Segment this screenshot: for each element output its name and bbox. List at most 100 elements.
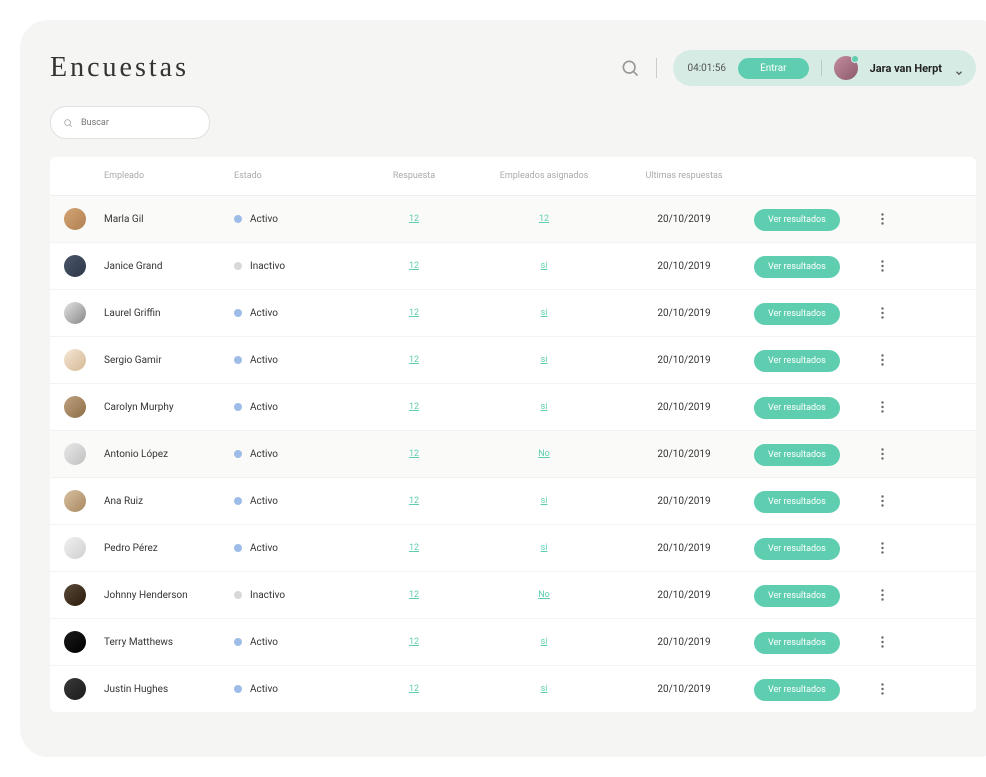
more-options-button[interactable] [874, 587, 890, 603]
respuesta-link[interactable]: 12 [354, 402, 474, 412]
asignados-link[interactable]: si [474, 637, 614, 647]
more-options-button[interactable] [874, 305, 890, 321]
table-row: Sergio GamirActivo12si20/10/2019Ver resu… [50, 337, 976, 384]
search-icon[interactable] [620, 58, 640, 78]
user-avatar[interactable] [834, 56, 858, 80]
more-options-button[interactable] [874, 540, 890, 556]
status-cell: Activo [234, 402, 354, 413]
view-results-button[interactable]: Ver resultados [754, 491, 840, 513]
view-results-button[interactable]: Ver resultados [754, 538, 840, 560]
view-results-button[interactable]: Ver resultados [754, 679, 840, 701]
table-row: Marla GilActivo121220/10/2019Ver resulta… [50, 196, 976, 243]
more-options-button[interactable] [874, 446, 890, 462]
respuesta-link[interactable]: 12 [354, 355, 474, 365]
more-options-button[interactable] [874, 352, 890, 368]
employee-name: Ana Ruiz [104, 496, 234, 507]
status-dot-icon [234, 215, 242, 223]
more-options-button[interactable] [874, 399, 890, 415]
employee-name: Terry Matthews [104, 637, 234, 648]
status-text: Inactivo [250, 590, 285, 601]
asignados-link[interactable]: si [474, 355, 614, 365]
view-results-button[interactable]: Ver resultados [754, 209, 840, 231]
asignados-link[interactable]: 12 [474, 214, 614, 224]
status-text: Inactivo [250, 261, 285, 272]
employee-avatar [64, 396, 86, 418]
date-cell: 20/10/2019 [614, 261, 754, 272]
employee-name: Justin Hughes [104, 684, 234, 695]
timer: 04:01:56 [687, 63, 726, 74]
view-results-button[interactable]: Ver resultados [754, 397, 840, 419]
date-cell: 20/10/2019 [614, 637, 754, 648]
employee-avatar [64, 537, 86, 559]
respuesta-link[interactable]: 12 [354, 684, 474, 694]
status-text: Activo [250, 684, 278, 695]
asignados-link[interactable]: si [474, 543, 614, 553]
enter-button[interactable]: Entrar [738, 58, 809, 79]
status-cell: Activo [234, 308, 354, 319]
status-cell: Activo [234, 543, 354, 554]
view-results-button[interactable]: Ver resultados [754, 256, 840, 278]
respuesta-link[interactable]: 12 [354, 590, 474, 600]
status-dot-icon [234, 356, 242, 364]
search-bar[interactable] [50, 106, 210, 139]
more-options-button[interactable] [874, 211, 890, 227]
view-results-button[interactable]: Ver resultados [754, 632, 840, 654]
respuesta-link[interactable]: 12 [354, 543, 474, 553]
status-text: Activo [250, 543, 278, 554]
status-cell: Activo [234, 637, 354, 648]
col-asignados: Empleados asignados [474, 171, 614, 181]
asignados-link[interactable]: si [474, 496, 614, 506]
view-results-button[interactable]: Ver resultados [754, 350, 840, 372]
respuesta-link[interactable]: 12 [354, 261, 474, 271]
view-results-button[interactable]: Ver resultados [754, 303, 840, 325]
asignados-link[interactable]: si [474, 402, 614, 412]
status-dot-icon [234, 638, 242, 646]
search-input[interactable] [81, 118, 197, 128]
view-results-button[interactable]: Ver resultados [754, 444, 840, 466]
view-results-button[interactable]: Ver resultados [754, 585, 840, 607]
status-cell: Activo [234, 496, 354, 507]
divider [821, 60, 822, 76]
respuesta-link[interactable]: 12 [354, 449, 474, 459]
status-dot-icon [234, 450, 242, 458]
table-body: Marla GilActivo121220/10/2019Ver resulta… [50, 196, 976, 712]
table-row: Justin Hughes Activo 12si20/10/2019Ver res… [50, 666, 976, 712]
more-options-button[interactable] [874, 258, 890, 274]
presence-dot-icon [851, 55, 859, 63]
date-cell: 20/10/2019 [614, 684, 754, 695]
asignados-link[interactable]: si [474, 261, 614, 271]
more-options-button[interactable] [874, 681, 890, 697]
employee-avatar [64, 302, 86, 324]
table-row: Carolyn MurphyActivo12si20/10/2019Ver re… [50, 384, 976, 431]
date-cell: 20/10/2019 [614, 590, 754, 601]
divider [656, 58, 657, 78]
employee-avatar [64, 255, 86, 277]
employee-avatar [64, 349, 86, 371]
respuesta-link[interactable]: 12 [354, 214, 474, 224]
status-text: Activo [250, 402, 278, 413]
respuesta-link[interactable]: 12 [354, 308, 474, 318]
status-text: Activo [250, 214, 278, 225]
table-row: Johnny Henderson Inactivo 12No20/10/2019Ve… [50, 572, 976, 619]
employee-name: Laurel Griffin [104, 308, 234, 319]
status-cell: Inactivo [234, 590, 354, 601]
asignados-link[interactable]: si [474, 308, 614, 318]
employee-name: Janice Grand [104, 261, 234, 272]
asignados-link[interactable]: No [474, 449, 614, 459]
table-row: Pedro PérezActivo12si20/10/2019Ver resul… [50, 525, 976, 572]
col-empleado: Empleado [104, 171, 234, 181]
asignados-link[interactable]: No [474, 590, 614, 600]
more-options-button[interactable] [874, 493, 890, 509]
chevron-down-icon[interactable] [954, 63, 964, 73]
asignados-link[interactable]: si [474, 684, 614, 694]
header: Encuestas 04:01:56 Entrar Jara van Herpt [50, 50, 976, 86]
date-cell: 20/10/2019 [614, 402, 754, 413]
status-cell: Activo [234, 684, 354, 695]
respuesta-link[interactable]: 12 [354, 496, 474, 506]
user-name: Jara van Herpt [870, 62, 942, 75]
employee-name: Johnny Henderson [104, 590, 234, 601]
employee-avatar [64, 584, 86, 606]
more-options-button[interactable] [874, 634, 890, 650]
respuesta-link[interactable]: 12 [354, 637, 474, 647]
status-dot-icon [234, 544, 242, 552]
